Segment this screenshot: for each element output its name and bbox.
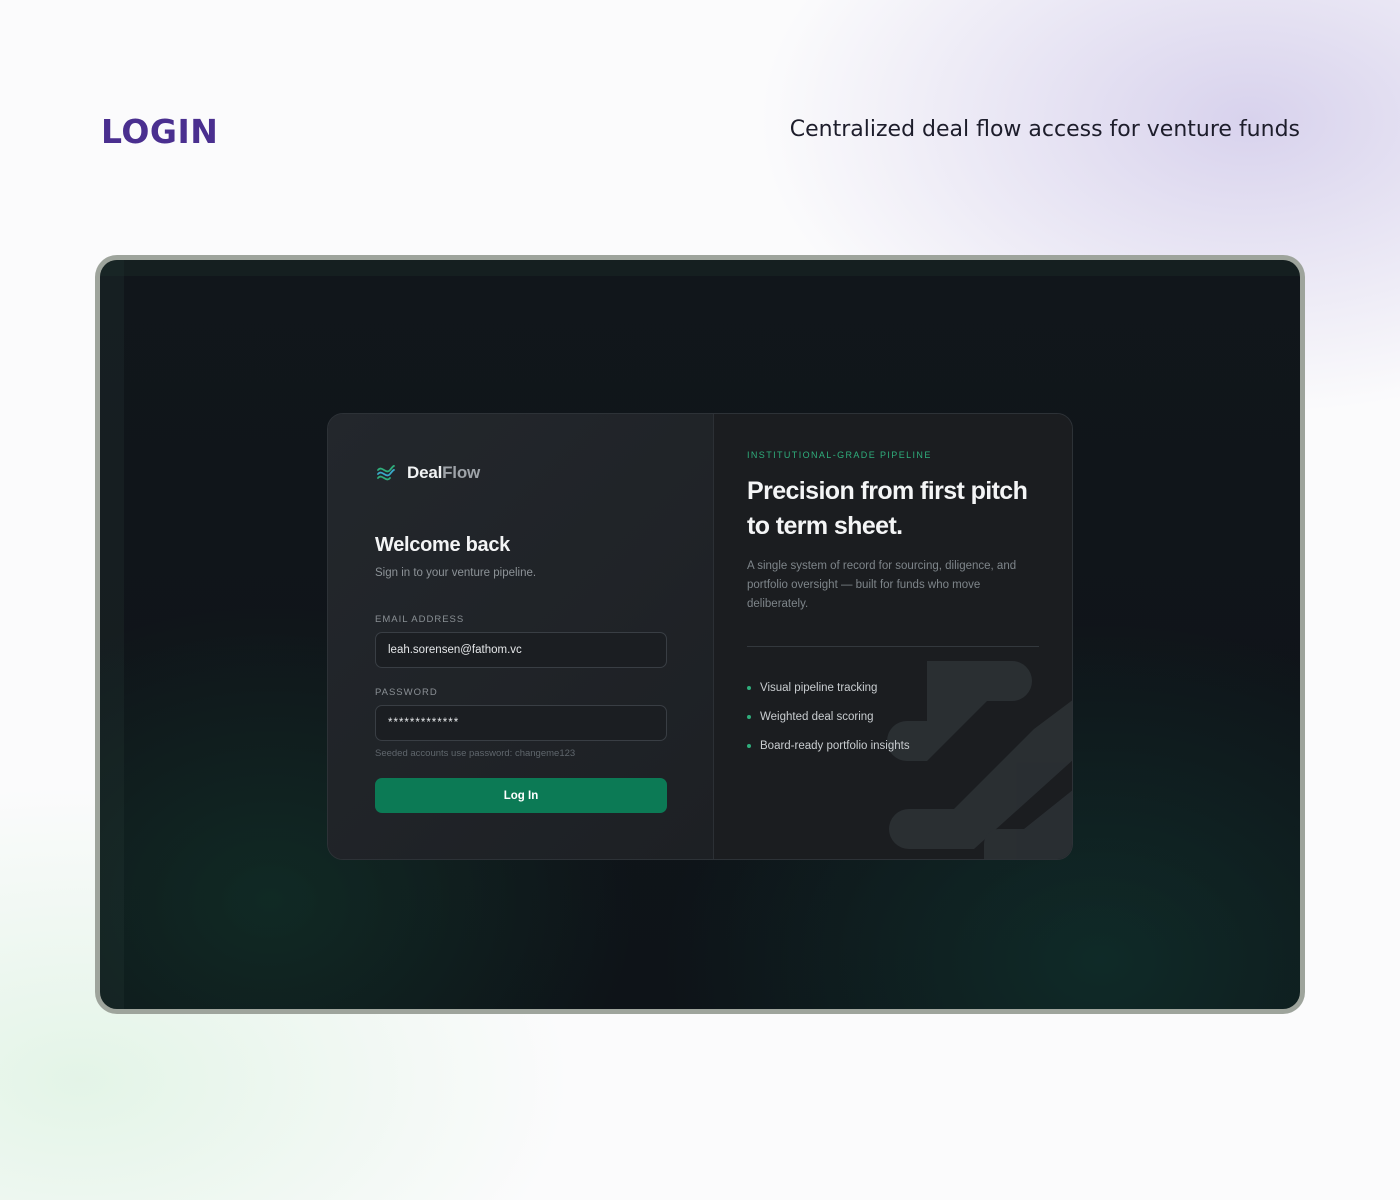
brand-name: DealFlow bbox=[407, 463, 480, 483]
password-label: PASSWORD bbox=[375, 687, 438, 698]
login-button[interactable]: Log In bbox=[375, 778, 667, 813]
feature-item: Weighted deal scoring bbox=[747, 709, 910, 738]
screen-top-bar bbox=[100, 260, 1300, 276]
promo-description: A single system of record for sourcing, … bbox=[747, 560, 1017, 610]
feature-list: Visual pipeline tracking Weighted deal s… bbox=[747, 680, 910, 767]
email-label: EMAIL ADDRESS bbox=[375, 614, 465, 625]
feature-text: Weighted deal scoring bbox=[760, 711, 874, 723]
password-field[interactable] bbox=[375, 705, 667, 741]
page-tagline: Centralized deal flow access for venture… bbox=[789, 117, 1300, 142]
feature-text: Visual pipeline tracking bbox=[760, 682, 878, 694]
promo-divider bbox=[747, 646, 1039, 647]
login-panel: DealFlow Welcome back Sign in to your ve… bbox=[328, 414, 714, 859]
brand-name-flow: Flow bbox=[442, 463, 481, 482]
email-field[interactable] bbox=[375, 632, 667, 668]
feature-item: Visual pipeline tracking bbox=[747, 680, 910, 709]
bullet-dot-icon bbox=[747, 715, 751, 719]
password-hint: Seeded accounts use password: changeme12… bbox=[375, 748, 576, 759]
decorative-stripes-graphic bbox=[887, 661, 1072, 859]
feature-text: Board-ready portfolio insights bbox=[760, 740, 910, 752]
screen-edge-strip bbox=[100, 260, 124, 1009]
login-title: Welcome back bbox=[375, 534, 510, 556]
wave-logo-icon bbox=[377, 465, 395, 481]
device-frame: DealFlow Welcome back Sign in to your ve… bbox=[95, 255, 1305, 1014]
login-subtitle: Sign in to your venture pipeline. bbox=[375, 567, 537, 579]
app-screen: DealFlow Welcome back Sign in to your ve… bbox=[100, 260, 1300, 1009]
brand-name-deal: Deal bbox=[407, 463, 443, 482]
brand-logo: DealFlow bbox=[375, 462, 480, 484]
promo-eyebrow: INSTITUTIONAL-GRADE PIPELINE bbox=[747, 450, 932, 460]
feature-item: Board-ready portfolio insights bbox=[747, 738, 910, 767]
login-card: DealFlow Welcome back Sign in to your ve… bbox=[327, 413, 1073, 860]
promo-panel: INSTITUTIONAL-GRADE PIPELINE Precision f… bbox=[714, 414, 1072, 859]
promo-headline: Precision from first pitch to term sheet… bbox=[747, 477, 1028, 540]
page-heading: LOGIN bbox=[101, 112, 219, 151]
bullet-dot-icon bbox=[747, 686, 751, 690]
bullet-dot-icon bbox=[747, 744, 751, 748]
